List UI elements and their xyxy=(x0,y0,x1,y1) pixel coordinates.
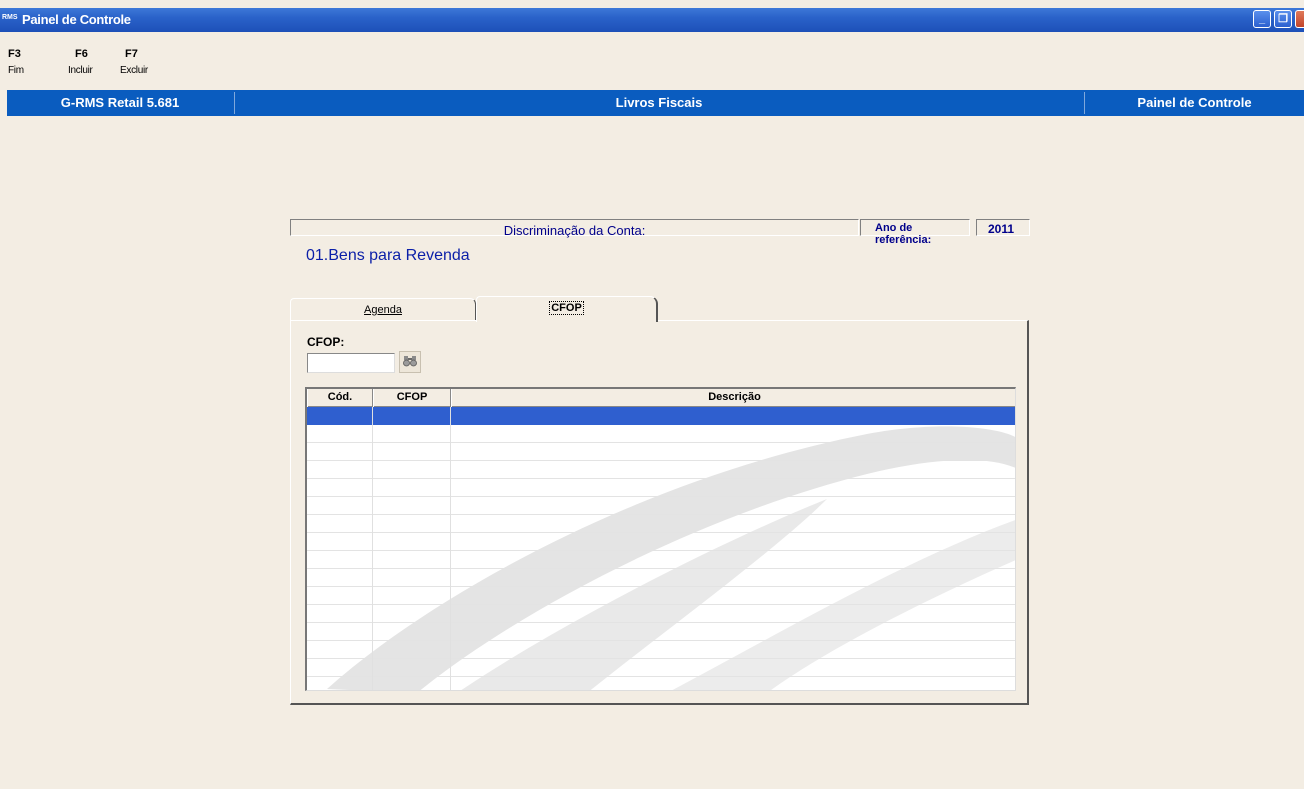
account-header-label: Discriminação da Conta: xyxy=(503,223,646,238)
binoculars-icon xyxy=(403,355,417,370)
fkey-action: Fim xyxy=(8,65,24,76)
account-name: 01.Bens para Revenda xyxy=(306,247,470,264)
table-row[interactable] xyxy=(307,533,1015,551)
module-name: Livros Fiscais xyxy=(615,95,703,110)
column-header-cod[interactable]: Cód. xyxy=(307,389,373,407)
table-row[interactable] xyxy=(307,443,1015,461)
column-header-descricao[interactable]: Descrição xyxy=(451,389,1015,407)
fkey-label: F7 xyxy=(125,48,138,60)
fim-button[interactable]: F3 Fim xyxy=(8,48,24,76)
tab-label: Agenda xyxy=(364,304,402,316)
table-row[interactable] xyxy=(307,497,1015,515)
table-row[interactable] xyxy=(307,425,1015,443)
close-button[interactable] xyxy=(1295,10,1304,28)
column-divider xyxy=(372,407,373,690)
column-divider xyxy=(450,407,451,690)
restore-button[interactable]: ❐ xyxy=(1274,10,1292,28)
cfop-filter-input[interactable] xyxy=(307,353,395,373)
year-value: 2011 xyxy=(976,219,1030,236)
table-row[interactable] xyxy=(307,515,1015,533)
table-row[interactable] xyxy=(307,623,1015,641)
fkey-label: F3 xyxy=(8,48,21,60)
grid-header: Cód. CFOP Descrição xyxy=(307,389,1015,407)
table-row[interactable] xyxy=(307,551,1015,569)
system-version: G-RMS Retail 5.681 xyxy=(60,95,180,110)
tab-cfop[interactable]: CFOP xyxy=(476,296,658,322)
excluir-button[interactable]: F7 Excluir xyxy=(120,48,148,76)
incluir-button[interactable]: F6 Incluir xyxy=(68,48,93,76)
fkey-action: Excluir xyxy=(120,65,148,76)
table-row[interactable] xyxy=(307,461,1015,479)
year-label: Ano de referência: xyxy=(860,219,970,246)
cfop-filter-label: CFOP: xyxy=(307,335,345,349)
fkey-label: F6 xyxy=(75,48,88,60)
selected-table-row[interactable] xyxy=(307,407,1015,425)
fkey-action: Incluir xyxy=(68,65,93,76)
info-bar: G-RMS Retail 5.681 Livros Fiscais Painel… xyxy=(7,90,1304,116)
minimize-button[interactable]: _ xyxy=(1253,10,1271,28)
table-row[interactable] xyxy=(307,605,1015,623)
window-titlebar: RMS Painel de Controle _ ❐ xyxy=(0,8,1304,32)
table-row[interactable] xyxy=(307,659,1015,677)
column-header-cfop[interactable]: CFOP xyxy=(373,389,451,407)
tab-agenda[interactable]: Agenda xyxy=(290,298,476,322)
table-row[interactable] xyxy=(307,479,1015,497)
cfop-tab-panel: CFOP: Cód. CFOP Descrição xyxy=(290,320,1029,705)
grid-body xyxy=(307,407,1015,690)
table-row[interactable] xyxy=(307,587,1015,605)
cfop-grid[interactable]: Cód. CFOP Descrição xyxy=(305,387,1016,691)
app-icon: RMS xyxy=(2,14,18,21)
table-row[interactable] xyxy=(307,677,1015,690)
tab-label: CFOP xyxy=(549,301,584,315)
cfop-search-button[interactable] xyxy=(399,351,421,373)
screen-name: Painel de Controle xyxy=(1137,95,1252,110)
table-row[interactable] xyxy=(307,641,1015,659)
account-header: Discriminação da Conta: xyxy=(290,219,859,238)
window-title: Painel de Controle xyxy=(22,12,131,27)
table-row[interactable] xyxy=(307,569,1015,587)
